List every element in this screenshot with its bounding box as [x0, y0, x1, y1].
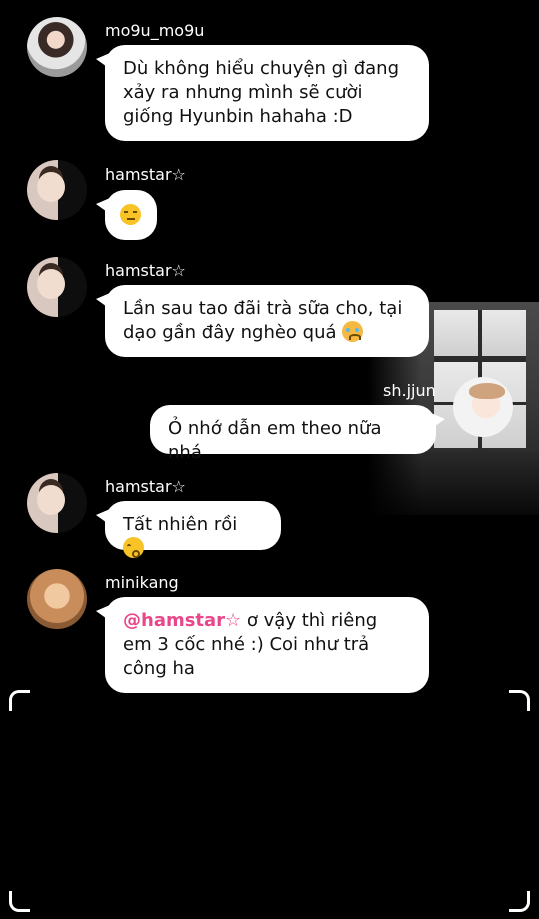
- message-text: Ỏ nhớ dẫn em theo nữa nhá: [168, 418, 382, 463]
- avatar[interactable]: [27, 17, 87, 77]
- message-bubble[interactable]: Ỏ nhớ dẫn em theo nữa nhá: [150, 405, 445, 463]
- avatar[interactable]: [453, 377, 513, 437]
- username[interactable]: hamstar☆: [105, 165, 186, 184]
- username[interactable]: sh.jjun: [383, 381, 436, 400]
- message-text: Tất nhiên rồi: [123, 514, 238, 535]
- avatar[interactable]: [27, 473, 87, 533]
- frame-corner: [509, 690, 530, 711]
- username[interactable]: minikang: [105, 573, 179, 592]
- unamused-face-icon: [120, 204, 141, 225]
- kissing-face-icon: [123, 537, 144, 558]
- frame-corner: [509, 891, 530, 912]
- message-bubble[interactable]: [96, 190, 157, 240]
- avatar[interactable]: [27, 569, 87, 629]
- avatar[interactable]: [27, 257, 87, 317]
- frame-corner: [9, 891, 30, 912]
- message-bubble[interactable]: Dù không hiểu chuyện gì đang xảy ra nhưn…: [96, 45, 429, 141]
- avatar[interactable]: [27, 160, 87, 220]
- username[interactable]: hamstar☆: [105, 261, 186, 280]
- message-bubble[interactable]: Lần sau tao đãi trà sữa cho, tại dạo gần…: [96, 285, 429, 357]
- crying-cat-face-icon: [342, 321, 364, 342]
- username[interactable]: mo9u_mo9u: [105, 21, 204, 40]
- mention-link[interactable]: @hamstar☆: [123, 610, 241, 631]
- frame-corner: [9, 690, 30, 711]
- username[interactable]: hamstar☆: [105, 477, 186, 496]
- message-bubble[interactable]: @hamstar☆ ơ vậy thì riêng em 3 cốc nhé :…: [96, 597, 429, 693]
- message-bubble[interactable]: Tất nhiên rồi: [96, 501, 281, 558]
- message-text: Dù không hiểu chuyện gì đang xảy ra nhưn…: [123, 58, 400, 127]
